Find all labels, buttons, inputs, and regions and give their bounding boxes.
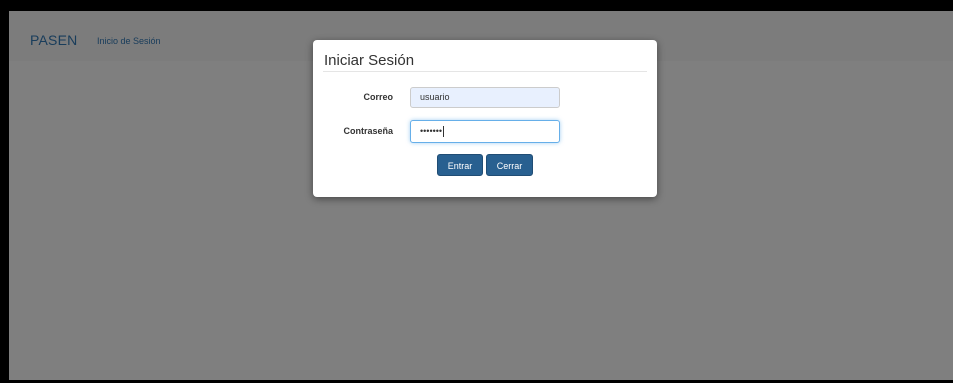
enter-button[interactable]: Entrar — [437, 154, 483, 176]
email-label: Correo — [363, 92, 393, 102]
login-modal: Iniciar Sesión Correo usuario Contraseña… — [313, 40, 657, 197]
password-masked-value: ••••••• — [420, 126, 443, 136]
page-viewport: PASEN Inicio de Sesión Iniciar Sesión Co… — [9, 11, 953, 380]
email-field[interactable]: usuario — [410, 87, 560, 108]
window-frame: PASEN Inicio de Sesión Iniciar Sesión Co… — [0, 0, 953, 383]
text-cursor — [443, 126, 445, 138]
password-label: Contraseña — [343, 126, 393, 136]
close-button[interactable]: Cerrar — [486, 154, 533, 176]
password-field[interactable]: ••••••• — [410, 120, 560, 143]
modal-title: Iniciar Sesión — [324, 52, 415, 69]
modal-header-divider — [323, 71, 647, 72]
